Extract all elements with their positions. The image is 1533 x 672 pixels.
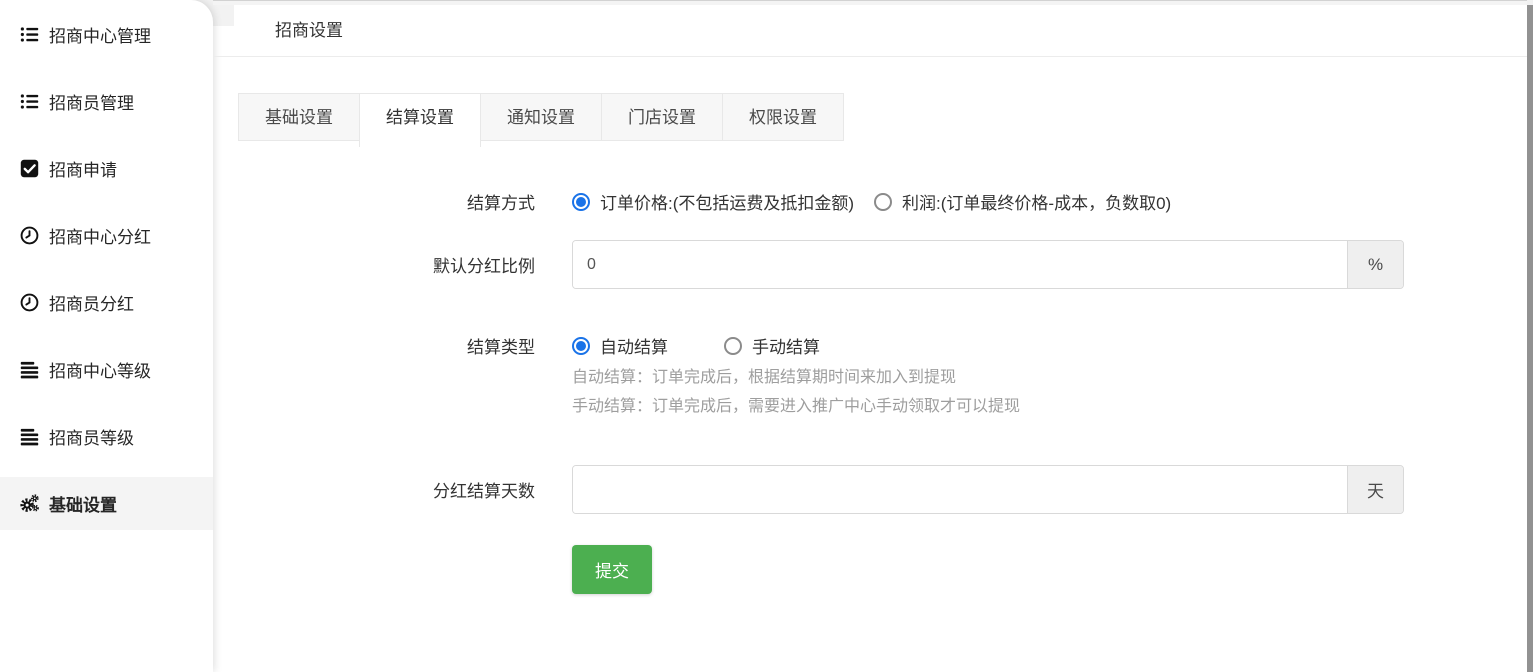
radio-label: 自动结算 [600, 333, 668, 358]
sidebar-item-label: 招商申请 [49, 156, 117, 181]
bars-icon [20, 427, 39, 446]
scrollbar[interactable] [1527, 0, 1533, 672]
default-ratio-input[interactable] [573, 241, 1347, 288]
main-content: 招商设置 基础设置 结算设置 通知设置 门店设置 权限设置 结算方式 订单价格:… [213, 0, 1533, 594]
settlement-type-row: 结算类型 自动结算 手动结算 [213, 333, 1533, 358]
sidebar-item-investment-staff-level[interactable]: 招商员等级 [0, 410, 213, 463]
sidebar-item-label: 招商员分红 [49, 290, 134, 315]
tab-settlement-settings[interactable]: 结算设置 [359, 93, 481, 147]
clock-icon [20, 293, 39, 312]
auto-settle-help-text: 自动结算：订单完成后，根据结算期时间来加入到提现 [572, 367, 1533, 389]
settlement-method-row: 结算方式 订单价格:(不包括运费及抵扣金额) 利润:(订单最终价格-成本，负数取… [213, 189, 1533, 214]
window-top-strip [213, 1, 1527, 5]
day-unit-addon: 天 [1347, 466, 1403, 513]
sidebar-item-label: 招商中心等级 [49, 357, 151, 382]
sidebar-item-investment-staff-management[interactable]: 招商员管理 [0, 75, 213, 128]
tab-permission-settings[interactable]: 权限设置 [722, 93, 844, 141]
sidebar-item-label: 招商中心分红 [49, 223, 151, 248]
settlement-type-options: 自动结算 手动结算 [572, 333, 820, 358]
field-label: 默认分红比例 [213, 252, 535, 277]
sidebar-item-investment-center-level[interactable]: 招商中心等级 [0, 343, 213, 396]
radio-icon[interactable] [724, 337, 742, 355]
list-icon [20, 92, 39, 111]
radio-option-manual-settle[interactable]: 手动结算 [724, 333, 820, 358]
sidebar-item-label: 招商员管理 [49, 89, 134, 114]
sidebar-item-basic-settings[interactable]: 基础设置 [0, 477, 213, 530]
radio-option-order-price[interactable]: 订单价格:(不包括运费及抵扣金额) [572, 189, 854, 214]
manual-settle-help-text: 手动结算：订单完成后，需要进入推广中心手动领取才可以提现 [572, 396, 1533, 418]
sidebar-item-investment-apply[interactable]: 招商申请 [0, 142, 213, 195]
radio-label: 订单价格:(不包括运费及抵扣金额) [600, 189, 854, 214]
tab-store-settings[interactable]: 门店设置 [601, 93, 723, 141]
radio-icon[interactable] [572, 193, 590, 211]
default-ratio-input-group: % [572, 240, 1404, 289]
settlement-method-options: 订单价格:(不包括运费及抵扣金额) 利润:(订单最终价格-成本，负数取0) [572, 189, 1171, 214]
clock-icon [20, 226, 39, 245]
tab-notification-settings[interactable]: 通知设置 [480, 93, 602, 141]
sidebar-item-label: 招商员等级 [49, 424, 134, 449]
settlement-days-input[interactable] [573, 466, 1347, 513]
bars-icon [20, 360, 39, 379]
default-ratio-control: % [572, 240, 1404, 289]
sidebar-item-investment-staff-dividend[interactable]: 招商员分红 [0, 276, 213, 329]
radio-label: 利润:(订单最终价格-成本，负数取0) [902, 189, 1171, 214]
percent-unit-addon: % [1347, 241, 1403, 288]
sidebar-item-label: 招商中心管理 [49, 22, 151, 47]
radio-icon[interactable] [572, 337, 590, 355]
check-square-icon [20, 159, 39, 178]
page-title: 招商设置 [275, 16, 343, 41]
radio-option-auto-settle[interactable]: 自动结算 [572, 333, 668, 358]
field-label: 分红结算天数 [213, 477, 535, 502]
field-label: 结算方式 [213, 189, 535, 214]
settlement-days-control: 天 [572, 465, 1404, 514]
default-ratio-row: 默认分红比例 % [213, 240, 1533, 289]
tab-basic-settings[interactable]: 基础设置 [238, 93, 360, 141]
list-icon [20, 25, 39, 44]
radio-icon[interactable] [874, 193, 892, 211]
sidebar-item-label: 基础设置 [49, 491, 117, 516]
settlement-settings-form: 结算方式 订单价格:(不包括运费及抵扣金额) 利润:(订单最终价格-成本，负数取… [213, 189, 1533, 594]
settlement-days-row: 分红结算天数 天 [213, 465, 1533, 514]
sidebar-item-investment-center-management[interactable]: 招商中心管理 [0, 8, 213, 61]
radio-label: 手动结算 [752, 333, 820, 358]
sidebar-item-investment-center-dividend[interactable]: 招商中心分红 [0, 209, 213, 262]
page-header: 招商设置 [213, 0, 1533, 57]
settlement-days-input-group: 天 [572, 465, 1404, 514]
tab-bar: 基础设置 结算设置 通知设置 门店设置 权限设置 [238, 93, 1533, 147]
submit-row: 提交 [572, 545, 1533, 594]
submit-button[interactable]: 提交 [572, 545, 652, 594]
radio-option-profit[interactable]: 利润:(订单最终价格-成本，负数取0) [874, 189, 1171, 214]
field-label: 结算类型 [213, 333, 535, 358]
gears-icon [20, 494, 39, 513]
sidebar: 招商中心管理 招商员管理 招商申请 招商中心分红 招商员分红 招商中心等级 [0, 0, 213, 672]
